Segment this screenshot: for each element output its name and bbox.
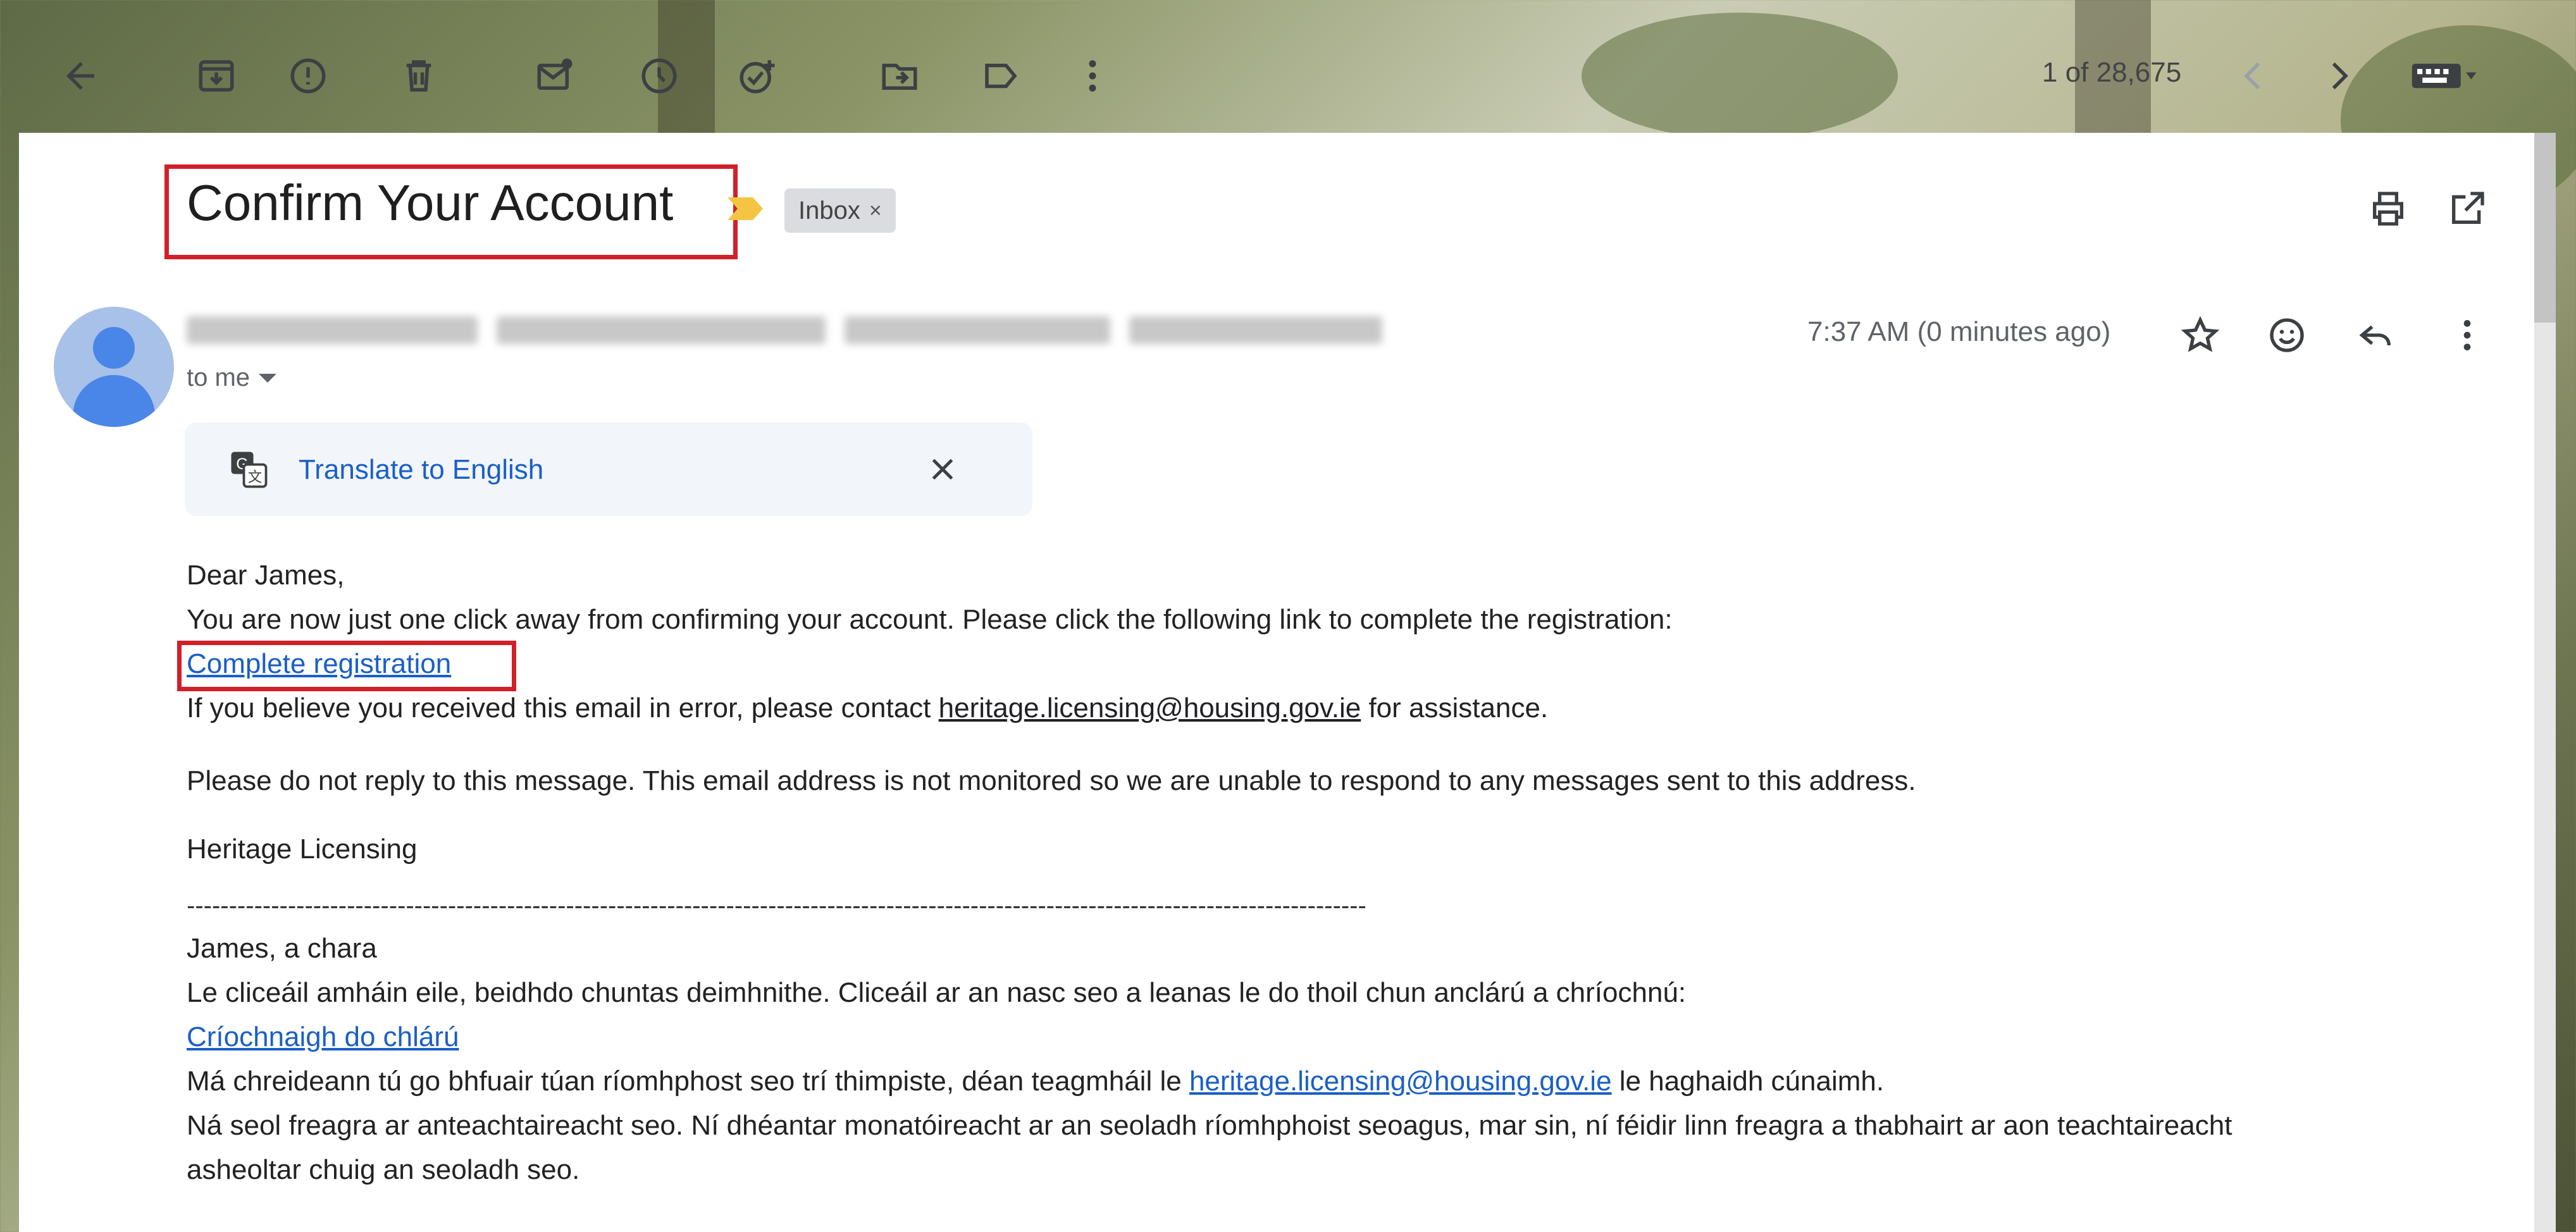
body-text-segment: le haghaidh cúnaimh. (1611, 1066, 1885, 1097)
translate-banner: G 文 Translate to English (185, 422, 1032, 516)
archive-icon[interactable] (177, 37, 256, 115)
link-highlight-box (177, 641, 516, 691)
print-icon[interactable] (2356, 177, 2420, 240)
chevron-right-icon[interactable] (2300, 37, 2378, 115)
subject-highlight-box (164, 164, 738, 259)
recipient-label: to me (187, 364, 251, 391)
body-line: Please do not reply to this message. Thi… (187, 765, 1916, 796)
label-chip-text: Inbox (798, 196, 860, 225)
keyboard-icon[interactable] (2391, 37, 2499, 115)
body-line: asheoltar chuig an seoladh seo. (187, 1154, 580, 1185)
divider-line: ----------------------------------------… (187, 892, 1366, 920)
back-arrow-icon[interactable] (41, 37, 120, 115)
more-vertical-icon[interactable] (1053, 37, 1132, 115)
irish-contact-email-link[interactable]: heritage.licensing@housing.gov.ie (1189, 1066, 1612, 1097)
body-line: Ná seol freagra ar anteachtaireacht seo.… (187, 1110, 2232, 1141)
redacted-block (497, 316, 826, 344)
avatar-head (93, 327, 135, 369)
report-spam-icon[interactable] (269, 37, 347, 115)
open-in-new-window-icon[interactable] (2436, 177, 2499, 240)
body-text-segment: Má chreideann tú go bhfuair túan ríomhph… (187, 1066, 1189, 1097)
recipient-details[interactable]: to me (187, 364, 277, 392)
chevron-left-icon[interactable] (2214, 37, 2293, 115)
email-view: Confirm Your Account Inbox × to me 7:37 … (19, 133, 2556, 1232)
body-text-segment: If you believe you received this email i… (187, 693, 939, 724)
snooze-icon[interactable] (620, 37, 698, 115)
more-options-icon[interactable] (2436, 304, 2499, 367)
avatar-body (73, 375, 155, 427)
irish-greeting-text: James, a chara (187, 933, 377, 964)
redacted-block (845, 316, 1110, 344)
translate-icon: G 文 (231, 452, 268, 488)
contact-email-link[interactable]: heritage.licensing@housing.gov.ie (939, 693, 1361, 724)
remove-label-icon[interactable]: × (869, 199, 882, 223)
irish-complete-registration-link[interactable]: Críochnaigh do chlárú (187, 1021, 459, 1053)
svg-text:文: 文 (248, 469, 263, 485)
message-timestamp: 7:37 AM (0 minutes ago) (1807, 316, 2111, 347)
mark-unread-icon[interactable] (516, 37, 594, 115)
body-line: If you believe you received this email i… (187, 693, 1548, 724)
pagination-count: 1 of 28,675 (2042, 57, 2182, 88)
body-line: You are now just one click away from con… (187, 604, 1673, 635)
greeting-text: Dear James, (187, 560, 345, 591)
body-line: Má chreideann tú go bhfuair túan ríomhph… (187, 1066, 1884, 1097)
inbox-label-chip: Inbox × (784, 188, 896, 233)
delete-icon[interactable] (380, 37, 458, 115)
redacted-block (1129, 316, 1382, 344)
signature-text: Heritage Licensing (187, 834, 418, 865)
body-line: Le cliceáil amháin eile, beidhdo chuntas… (187, 977, 1687, 1008)
redacted-block (187, 316, 478, 344)
message-toolbar: 1 of 28,675 (0, 0, 2576, 133)
add-to-tasks-icon[interactable] (718, 37, 796, 115)
reply-icon[interactable] (2344, 304, 2407, 367)
sender-redacted (187, 316, 1389, 344)
chevron-down-icon[interactable] (259, 373, 277, 383)
move-to-icon[interactable] (860, 37, 939, 115)
close-icon[interactable] (919, 445, 967, 493)
sender-avatar[interactable] (54, 307, 174, 427)
body-text-segment: for assistance. (1361, 693, 1549, 724)
emoji-reaction-icon[interactable] (2255, 304, 2319, 367)
importance-marker-icon[interactable] (728, 197, 763, 220)
translate-to-english-link[interactable]: Translate to English (299, 454, 543, 486)
label-icon[interactable] (962, 37, 1040, 115)
scrollbar-thumb[interactable] (2534, 133, 2556, 323)
star-icon[interactable] (2169, 304, 2232, 367)
